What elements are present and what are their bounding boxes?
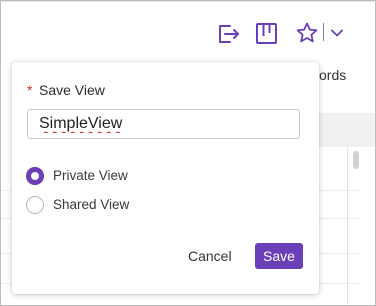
required-marker: * — [27, 82, 33, 98]
scrollbar-thumb[interactable] — [353, 151, 359, 169]
shared-view-label[interactable]: Shared View — [53, 197, 129, 212]
table-row-divider — [319, 190, 361, 191]
table-row-divider — [319, 218, 361, 219]
save-view-popover: * Save View Private View Shared View Can… — [12, 62, 319, 294]
table-row-divider — [319, 283, 361, 284]
table-row-divider — [319, 253, 361, 254]
records-label: ords — [319, 67, 347, 83]
app-frame: ords * Save View Private View Shared Vie… — [0, 0, 376, 306]
shared-view-radio[interactable] — [26, 196, 44, 214]
save-view-title: Save View — [39, 82, 105, 98]
private-view-label[interactable]: Private View — [53, 168, 128, 183]
private-view-radio[interactable] — [26, 167, 44, 185]
board-icon[interactable] — [255, 22, 278, 45]
star-icon[interactable] — [295, 21, 319, 45]
export-icon[interactable] — [215, 21, 241, 47]
top-border — [1, 1, 375, 2]
toolbar-divider — [323, 23, 324, 41]
table-header-band — [319, 113, 375, 147]
chevron-down-icon[interactable] — [329, 26, 345, 40]
cancel-button[interactable]: Cancel — [188, 248, 232, 264]
save-button[interactable]: Save — [255, 243, 303, 269]
view-name-input[interactable] — [27, 109, 300, 139]
